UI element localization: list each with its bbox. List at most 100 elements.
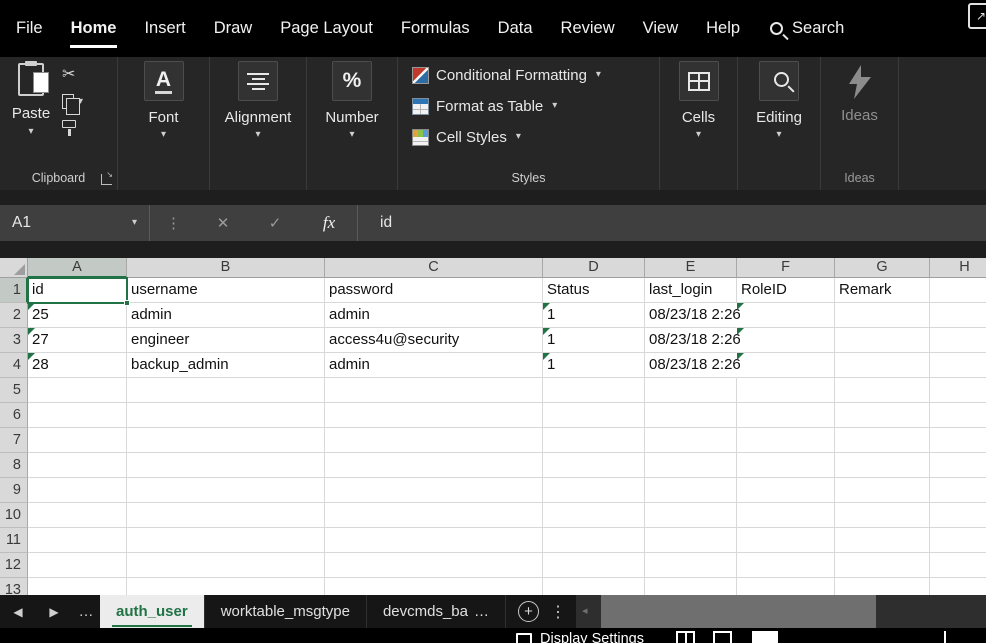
cell-B5[interactable] (127, 378, 325, 403)
cell-B2[interactable]: admin (127, 303, 325, 328)
search-box[interactable]: Search (770, 19, 844, 38)
cell-H11[interactable] (930, 528, 986, 553)
row-header-2[interactable]: 2 (0, 303, 28, 328)
copy-button[interactable]: ▾ (62, 94, 83, 109)
cell-B11[interactable] (127, 528, 325, 553)
cell-D7[interactable] (543, 428, 645, 453)
cell-B10[interactable] (127, 503, 325, 528)
cell-E5[interactable] (645, 378, 737, 403)
cell-F7[interactable] (737, 428, 835, 453)
cell-F12[interactable] (737, 553, 835, 578)
cell-A4[interactable]: 28 (28, 353, 127, 378)
cell-G6[interactable] (835, 403, 930, 428)
sheet-list-ellipsis[interactable]: … (72, 603, 100, 620)
sheet-tab-devcmds_ba[interactable]: devcmds_ba… (367, 595, 506, 628)
menu-tab-formulas[interactable]: Formulas (387, 0, 484, 57)
cell-E9[interactable] (645, 478, 737, 503)
cell-A11[interactable] (28, 528, 127, 553)
cell-C2[interactable]: admin (325, 303, 543, 328)
row-header-11[interactable]: 11 (0, 528, 28, 553)
cell-E12[interactable] (645, 553, 737, 578)
alignment-button[interactable]: Alignment ▾ (210, 57, 306, 140)
cell-F3[interactable] (737, 328, 835, 353)
cell-B6[interactable] (127, 403, 325, 428)
menu-tab-file[interactable]: File (0, 0, 57, 57)
cell-F11[interactable] (737, 528, 835, 553)
normal-view-button[interactable] (676, 631, 695, 643)
cell-G10[interactable] (835, 503, 930, 528)
cell-E8[interactable] (645, 453, 737, 478)
cell-F8[interactable] (737, 453, 835, 478)
scrollbar-thumb[interactable] (601, 595, 876, 628)
column-header-B[interactable]: B (127, 258, 325, 278)
column-header-F[interactable]: F (737, 258, 835, 278)
cell-D5[interactable] (543, 378, 645, 403)
cell-D12[interactable] (543, 553, 645, 578)
row-header-8[interactable]: 8 (0, 453, 28, 478)
cell-F9[interactable] (737, 478, 835, 503)
display-settings-button[interactable]: Display Settings (516, 631, 644, 643)
formula-bar-grip-icon[interactable]: ⋮ (150, 214, 197, 232)
cell-C4[interactable]: admin (325, 353, 543, 378)
number-button[interactable]: % Number ▾ (307, 57, 397, 140)
select-all-corner[interactable] (0, 258, 28, 278)
cell-G2[interactable] (835, 303, 930, 328)
menu-tab-help[interactable]: Help (692, 0, 754, 57)
cell-D4[interactable]: 1 (543, 353, 645, 378)
sheet-tab-auth_user[interactable]: auth_user (100, 595, 205, 628)
cell-E6[interactable] (645, 403, 737, 428)
cell-B12[interactable] (127, 553, 325, 578)
font-button[interactable]: A Font ▾ (118, 57, 209, 140)
menu-tab-view[interactable]: View (629, 0, 692, 57)
cell-E13[interactable] (645, 578, 737, 595)
editing-button[interactable]: Editing ▾ (738, 57, 820, 140)
cell-A5[interactable] (28, 378, 127, 403)
menu-tab-page-layout[interactable]: Page Layout (266, 0, 387, 57)
row-header-1[interactable]: 1 (0, 278, 28, 303)
cell-B9[interactable] (127, 478, 325, 503)
cell-G4[interactable] (835, 353, 930, 378)
cell-G5[interactable] (835, 378, 930, 403)
menu-tab-review[interactable]: Review (547, 0, 629, 57)
sheet-options-icon[interactable]: ⋮ (548, 602, 576, 622)
cell-A9[interactable] (28, 478, 127, 503)
row-header-12[interactable]: 12 (0, 553, 28, 578)
cell-G7[interactable] (835, 428, 930, 453)
cell-G3[interactable] (835, 328, 930, 353)
cell-A3[interactable]: 27 (28, 328, 127, 353)
cell-H8[interactable] (930, 453, 986, 478)
page-layout-view-button[interactable] (713, 631, 732, 643)
insert-function-button[interactable]: fx (301, 213, 357, 233)
cell-H3[interactable] (930, 328, 986, 353)
cell-H12[interactable] (930, 553, 986, 578)
cell-C1[interactable]: password (325, 278, 543, 303)
cell-B3[interactable]: engineer (127, 328, 325, 353)
cell-C7[interactable] (325, 428, 543, 453)
cell-G13[interactable] (835, 578, 930, 595)
cells-button[interactable]: Cells ▾ (660, 57, 737, 140)
clipboard-dialog-launcher-icon[interactable] (101, 174, 112, 185)
cell-C5[interactable] (325, 378, 543, 403)
cell-C10[interactable] (325, 503, 543, 528)
cell-F5[interactable] (737, 378, 835, 403)
cell-F1[interactable]: RoleID (737, 278, 835, 303)
column-header-G[interactable]: G (835, 258, 930, 278)
ideas-button[interactable]: Ideas (821, 57, 898, 124)
cell-A13[interactable] (28, 578, 127, 595)
cell-D3[interactable]: 1 (543, 328, 645, 353)
page-break-view-button[interactable] (752, 631, 778, 643)
cell-E7[interactable] (645, 428, 737, 453)
cell-D8[interactable] (543, 453, 645, 478)
cell-D11[interactable] (543, 528, 645, 553)
cell-D1[interactable]: Status (543, 278, 645, 303)
cell-C8[interactable] (325, 453, 543, 478)
scroll-left-icon[interactable]: ◂ (582, 595, 588, 628)
cell-A6[interactable] (28, 403, 127, 428)
column-header-E[interactable]: E (645, 258, 737, 278)
row-header-6[interactable]: 6 (0, 403, 28, 428)
cell-A1[interactable]: id (28, 278, 127, 303)
cell-D10[interactable] (543, 503, 645, 528)
row-header-10[interactable]: 10 (0, 503, 28, 528)
row-header-9[interactable]: 9 (0, 478, 28, 503)
cell-H5[interactable] (930, 378, 986, 403)
